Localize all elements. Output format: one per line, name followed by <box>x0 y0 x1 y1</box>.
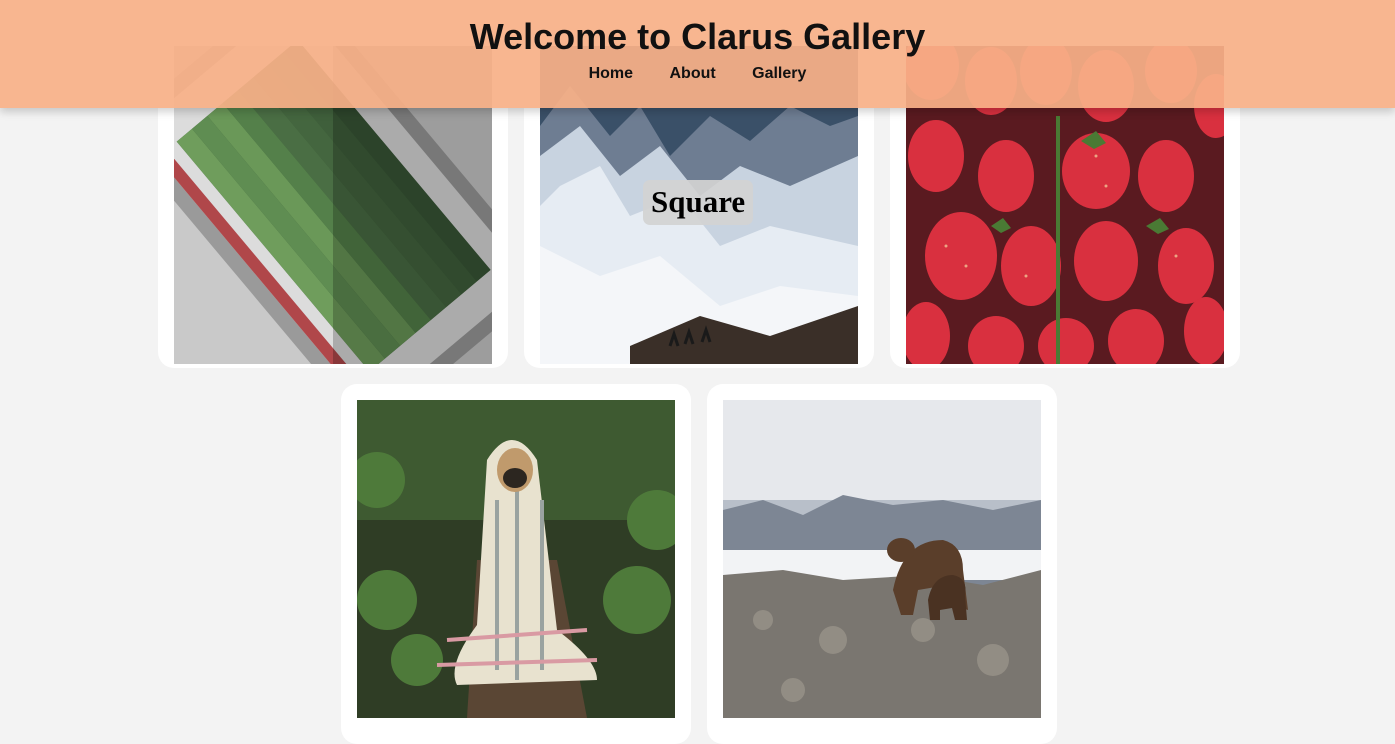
gallery-grid: Square <box>0 0 1395 744</box>
nav-home-link[interactable]: Home <box>589 65 633 83</box>
gallery-card-bears[interactable] <box>707 384 1057 744</box>
nav-about-link[interactable]: About <box>669 65 715 83</box>
gallery-card-pug[interactable] <box>341 384 691 744</box>
pug-photo <box>357 400 675 718</box>
nav-gallery-link[interactable]: Gallery <box>752 65 806 83</box>
bears-photo <box>723 400 1041 718</box>
page-title: Welcome to Clarus Gallery <box>469 16 926 57</box>
image-caption: Square <box>643 180 754 226</box>
site-header: Welcome to Clarus Gallery Home About Gal… <box>0 0 1395 108</box>
main-nav: Home About Gallery <box>0 65 1395 83</box>
